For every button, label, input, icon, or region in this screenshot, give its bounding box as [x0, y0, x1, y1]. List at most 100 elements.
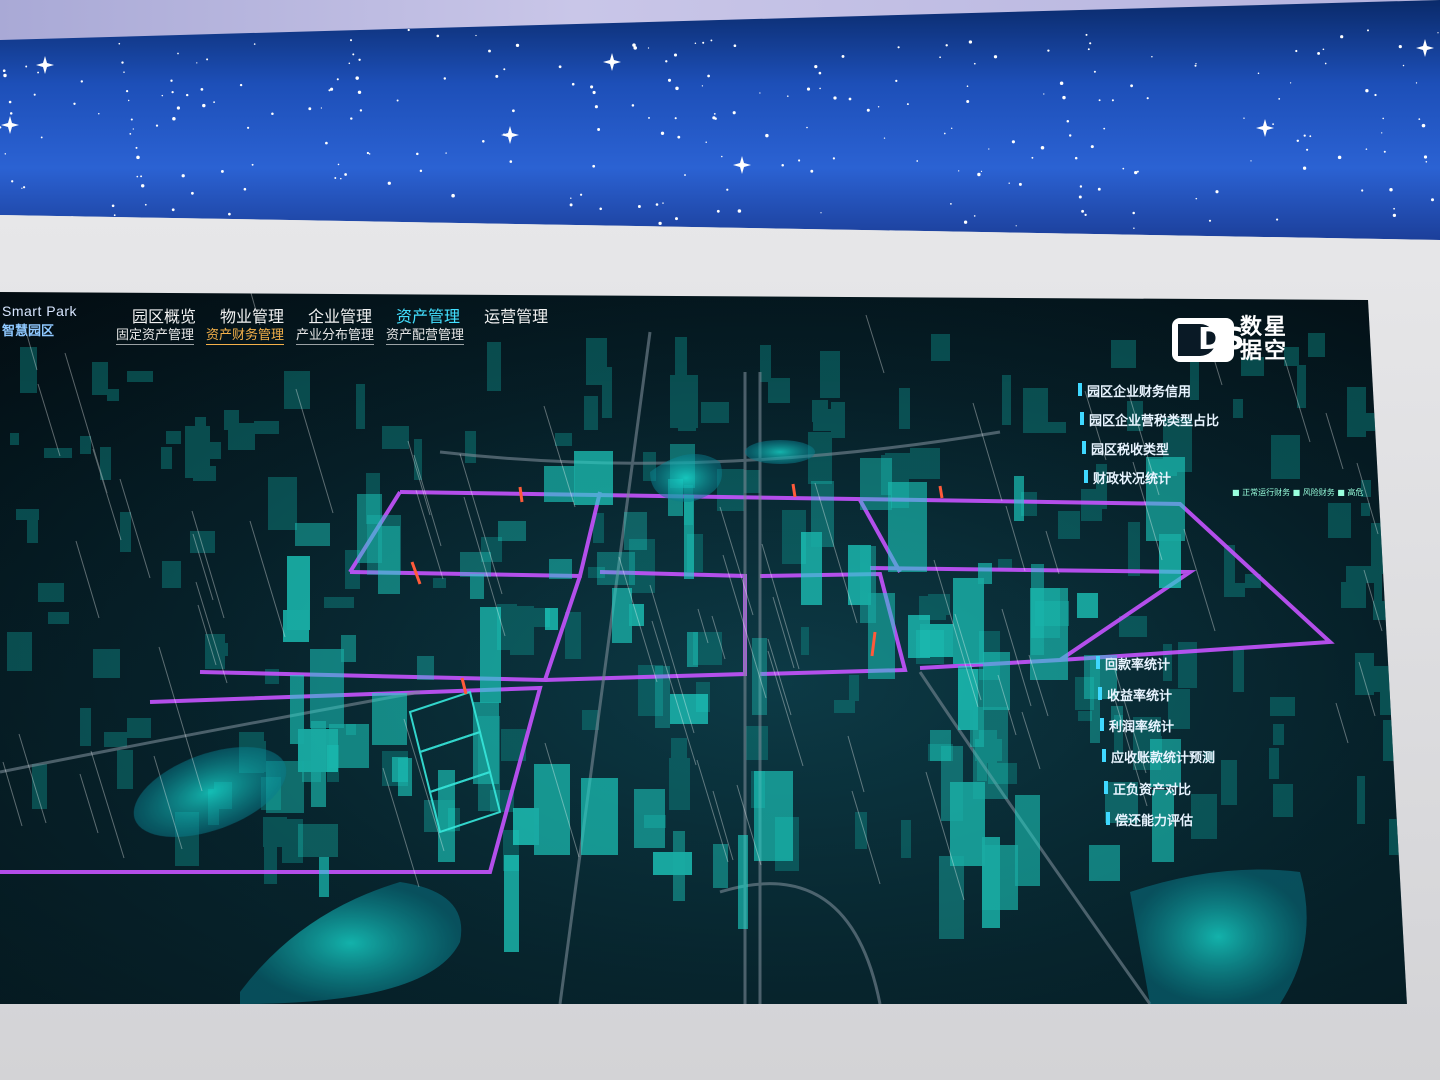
menu-yield-rate[interactable]: 收益率统计 [1098, 685, 1172, 704]
highlight-building[interactable] [480, 607, 501, 703]
menu-park-tax-type[interactable]: 园区税收类型 [1082, 439, 1169, 458]
logo-chinese: 智慧园区 [2, 323, 55, 338]
highlight-building[interactable] [311, 721, 326, 807]
highlight-building[interactable] [930, 730, 951, 761]
background-building [1346, 566, 1376, 583]
highlight-building[interactable] [549, 559, 572, 579]
menu-solvency-assessment[interactable]: 偿还能力评估 [1106, 810, 1193, 829]
star-dot [968, 40, 973, 44]
highlight-building[interactable] [504, 855, 519, 952]
star-dot [325, 141, 328, 145]
highlight-building[interactable] [372, 693, 407, 745]
highlight-building[interactable] [738, 835, 748, 929]
star-dot [883, 137, 886, 139]
highlight-building[interactable] [982, 845, 1018, 910]
subnav-fixed-asset[interactable]: 固定资产管理 [116, 324, 195, 345]
highlight-building[interactable] [470, 574, 484, 599]
highlight-building[interactable] [392, 757, 408, 782]
highlight-building[interactable] [283, 610, 309, 642]
highlight-building[interactable] [513, 808, 539, 845]
subnav-asset-finance[interactable]: 资产财务管理 [206, 324, 285, 345]
background-building [120, 512, 131, 552]
highlight-building[interactable] [634, 789, 665, 848]
highlight-building[interactable] [498, 521, 526, 541]
highlight-building[interactable] [939, 856, 964, 939]
star-dot [416, 152, 419, 156]
highlight-building[interactable] [978, 563, 992, 584]
highlight-building[interactable] [860, 458, 892, 510]
highlight-building[interactable] [624, 512, 647, 550]
highlight-building[interactable] [684, 495, 694, 579]
star-dot [1215, 190, 1219, 194]
background-building [1271, 435, 1300, 479]
menu-receivables-forecast[interactable]: 应收账款统计预测 [1102, 747, 1215, 766]
highlight-building[interactable] [687, 632, 698, 667]
star-dot [121, 61, 124, 64]
highlight-building[interactable] [713, 844, 728, 888]
highlight-building[interactable] [1014, 476, 1024, 521]
highlight-building[interactable] [319, 857, 329, 897]
highlight-building[interactable] [574, 451, 613, 505]
star-dot [973, 215, 976, 217]
star-dot [1097, 187, 1101, 191]
highlight-building[interactable] [653, 852, 692, 875]
star-dot [503, 68, 506, 71]
star-dot [196, 62, 198, 64]
star-dot [716, 209, 720, 213]
star-dot [328, 89, 331, 92]
menu-enterprise-credit[interactable]: 园区企业财务信用 [1078, 381, 1191, 400]
background-building [1328, 503, 1351, 538]
highlight-building[interactable] [417, 656, 434, 680]
star-dot [1383, 150, 1386, 153]
highlight-building[interactable] [1077, 593, 1098, 618]
highlight-building[interactable] [581, 778, 618, 855]
highlight-building[interactable] [310, 649, 344, 728]
highlight-building[interactable] [1015, 795, 1040, 886]
background-building [254, 421, 279, 434]
menu-profit-rate[interactable]: 利润率统计 [1100, 716, 1174, 735]
star-dot [1322, 48, 1325, 51]
star-dot [897, 46, 900, 49]
subnav-asset-allocation[interactable]: 资产配营管理 [386, 324, 465, 345]
background-building [1361, 503, 1370, 516]
app-logo[interactable]: Smart Park 智慧园区 [2, 303, 77, 339]
subnav-industry-distribution[interactable]: 产业分布管理 [296, 324, 375, 345]
star-dot [1132, 211, 1135, 215]
highlight-building[interactable] [908, 615, 930, 658]
highlight-building[interactable] [953, 578, 984, 664]
highlight-building[interactable] [888, 482, 927, 572]
highlight-building[interactable] [868, 593, 895, 679]
menu-finance-status[interactable]: 财政状况统计 [1084, 468, 1171, 487]
city-3d-map[interactable] [0, 292, 1420, 1004]
highlight-building[interactable] [544, 466, 575, 502]
star-dot [1195, 197, 1198, 200]
background-building [671, 738, 687, 775]
star-dot [21, 187, 23, 189]
star-dot [419, 169, 423, 173]
highlight-building[interactable] [754, 771, 793, 861]
highlight-building[interactable] [545, 608, 558, 630]
highlight-building[interactable] [1035, 601, 1069, 626]
menu-tax-type-ratio[interactable]: 园区企业营税类型占比 [1080, 410, 1219, 429]
highlight-building[interactable] [1089, 845, 1120, 881]
star-dot [814, 64, 818, 69]
highlight-building[interactable] [298, 824, 338, 857]
highlight-building[interactable] [295, 523, 330, 546]
menu-asset-comparison[interactable]: 正负资产对比 [1104, 779, 1191, 798]
highlight-building[interactable] [958, 669, 978, 730]
background-building [1273, 784, 1293, 817]
bright-star [1256, 119, 1274, 137]
nav-item-operation[interactable]: 运营管理 [484, 303, 548, 327]
highlight-building[interactable] [367, 515, 401, 575]
highlight-building[interactable] [1159, 534, 1181, 588]
star-dot [358, 58, 361, 61]
highlight-building[interactable] [473, 702, 499, 784]
highlight-building[interactable] [597, 552, 635, 585]
highlight-building[interactable] [655, 666, 670, 728]
highlight-building[interactable] [950, 782, 985, 866]
logo-english: Smart Park [2, 303, 78, 319]
star-dot [1146, 97, 1149, 100]
menu-collection-rate[interactable]: 回款率统计 [1096, 654, 1170, 673]
highlight-building[interactable] [811, 481, 834, 547]
star-dot [1276, 218, 1279, 221]
